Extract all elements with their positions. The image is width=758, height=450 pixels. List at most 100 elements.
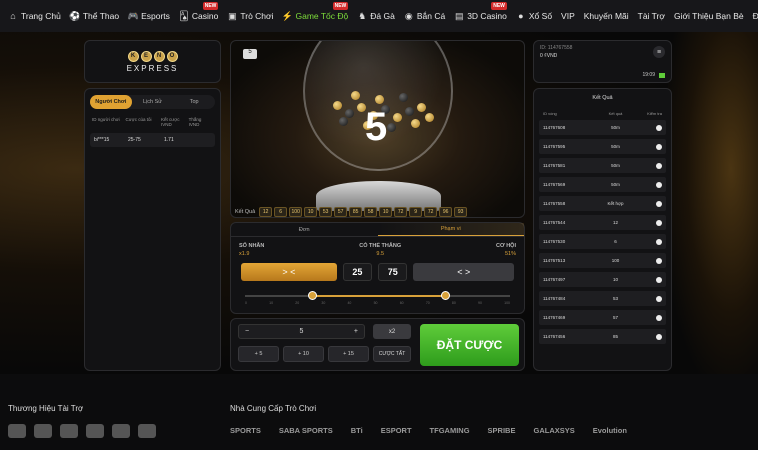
bet-amount-stepper: − 5 + bbox=[238, 324, 365, 339]
lottery-ball bbox=[387, 123, 396, 132]
nav-item[interactable]: Tài Trợ bbox=[638, 11, 665, 21]
rooster-icon: ♞ bbox=[358, 10, 367, 21]
slider-tick: 20 bbox=[295, 301, 300, 305]
sponsor-logo[interactable] bbox=[86, 424, 104, 438]
nav-item[interactable]: ● Xổ Số bbox=[516, 11, 552, 21]
range-to-input[interactable]: 75 bbox=[378, 263, 408, 281]
bet-panel: Đơn Phạm vi SỐ NHÂN x1.9 CÓ THỂ THẮNG 9.5 … bbox=[230, 222, 525, 314]
result-number: 53 bbox=[319, 207, 333, 217]
provider-logo[interactable]: ESPORT bbox=[381, 426, 412, 435]
gamepad-icon: 🎮 bbox=[127, 10, 139, 21]
provider-logo[interactable]: TFGAMING bbox=[430, 426, 470, 435]
player-odds: 1.71 bbox=[164, 137, 174, 143]
slider-handle-from[interactable] bbox=[307, 291, 317, 300]
sponsor-logo[interactable] bbox=[8, 424, 26, 438]
nav-item[interactable]: ⚡ Game Tốc Độ NEW bbox=[282, 2, 349, 21]
tab-history[interactable]: Lịch Sử bbox=[132, 95, 174, 109]
lottery-ball bbox=[417, 103, 426, 112]
provider-logo[interactable]: GALAXSYS bbox=[533, 426, 574, 435]
verify-check-icon[interactable] bbox=[656, 162, 662, 169]
dice-icon: 5 bbox=[243, 49, 257, 59]
verify-check-icon[interactable] bbox=[656, 257, 662, 264]
nav-item[interactable]: ♞ Đá Gà bbox=[357, 10, 395, 22]
round-result: 10 bbox=[612, 277, 618, 282]
sponsor-logo[interactable] bbox=[112, 424, 130, 438]
inside-range-button[interactable]: > < bbox=[241, 263, 337, 281]
lottery-ball bbox=[411, 119, 420, 128]
keno-express-logo: KENO EXPRESS bbox=[84, 40, 221, 83]
nav-item[interactable]: ◉ Bắn Cá bbox=[404, 11, 445, 22]
verify-check-icon[interactable] bbox=[656, 181, 662, 188]
range-selector: > < 25 75 < > bbox=[231, 257, 524, 281]
table-row: bi***15 25-75 1.71 bbox=[90, 133, 215, 147]
outside-range-button[interactable]: < > bbox=[413, 263, 514, 281]
verify-check-icon[interactable] bbox=[656, 295, 662, 302]
verify-check-icon[interactable] bbox=[656, 314, 662, 321]
nav-item[interactable]: ⌂ Trang Chủ bbox=[8, 11, 61, 21]
provider-logo[interactable]: SABA SPORTS bbox=[279, 426, 333, 435]
nav-item-label: 3D Casino bbox=[467, 11, 507, 21]
bet-amount-input[interactable]: 5 bbox=[300, 328, 304, 335]
lottery-ball bbox=[375, 95, 384, 104]
provider-logo[interactable]: Evolution bbox=[593, 426, 627, 435]
tab-top[interactable]: Top bbox=[173, 95, 215, 109]
plus-button[interactable]: + bbox=[354, 328, 358, 335]
slider-fill bbox=[311, 295, 446, 297]
results-strip: Kết Quả 12 6 100 10 53 57 85 58 10 72 9 72 96 93 bbox=[230, 205, 525, 219]
verify-check-icon[interactable] bbox=[656, 238, 662, 245]
verify-check-icon[interactable] bbox=[656, 276, 662, 283]
lottery-ball bbox=[339, 117, 348, 126]
sponsor-logo[interactable] bbox=[60, 424, 78, 438]
win-label: CÓ THỂ THẮNG bbox=[359, 243, 402, 249]
sponsor-logo[interactable] bbox=[34, 424, 52, 438]
verify-check-icon[interactable] bbox=[656, 124, 662, 131]
place-bet-button[interactable]: ĐẶT CƯỢC bbox=[420, 324, 519, 366]
provider-logo[interactable]: BTi bbox=[351, 426, 363, 435]
add-5-button[interactable]: + 5 bbox=[238, 346, 279, 362]
nav-item-label: Thể Thao bbox=[82, 11, 120, 21]
history-row: 114767595 50m bbox=[539, 139, 666, 154]
minus-button[interactable]: − bbox=[245, 328, 249, 335]
slider-ticks: 0 10 20 30 40 50 60 70 80 90 100 bbox=[245, 301, 510, 305]
nav-item-label: Game Tốc Độ bbox=[295, 11, 349, 21]
history-row: 114767530 6 bbox=[539, 234, 666, 249]
nav-item[interactable]: ▤ 3D Casino NEW bbox=[454, 2, 507, 21]
slider-tick: 90 bbox=[478, 301, 482, 305]
game-video: 5 5 bbox=[230, 40, 525, 218]
nav-item[interactable]: ▣ Trò Chơi bbox=[227, 11, 273, 22]
verify-check-icon[interactable] bbox=[656, 219, 662, 226]
round-result: 50m bbox=[611, 182, 620, 187]
double-button[interactable]: x2 bbox=[373, 324, 411, 339]
tab-range[interactable]: Phạm vi bbox=[377, 223, 524, 236]
provider-logo[interactable]: SPRIBE bbox=[488, 426, 516, 435]
nav-item[interactable]: VIP bbox=[561, 11, 575, 21]
tab-single[interactable]: Đơn bbox=[231, 223, 378, 236]
history-row: 114767581 50m bbox=[539, 158, 666, 173]
drawn-ball-number: 5 bbox=[365, 105, 388, 149]
menu-icon[interactable]: ≡ bbox=[653, 46, 665, 58]
verify-check-icon[interactable] bbox=[656, 200, 662, 207]
slider-tick: 100 bbox=[504, 301, 510, 305]
nav-item[interactable]: 🎮 Esports bbox=[127, 10, 169, 22]
soccer-ball-icon: ⚽ bbox=[69, 10, 81, 21]
account-panel: ID: 114767558 0 ₫VND ≡ 19:09 bbox=[533, 40, 672, 83]
range-slider[interactable]: 0 10 20 30 40 50 60 70 80 90 100 bbox=[245, 289, 510, 305]
slider-handle-to[interactable] bbox=[441, 291, 451, 300]
all-in-button[interactable]: CƯỢC TẤT bbox=[373, 346, 411, 362]
add-15-button[interactable]: + 15 bbox=[328, 346, 369, 362]
add-10-button[interactable]: + 10 bbox=[283, 346, 324, 362]
nav-item[interactable]: ⚽ Thể Thao bbox=[69, 10, 120, 22]
provider-logo[interactable]: SPORTS bbox=[230, 426, 261, 435]
round-id: 114767581 bbox=[543, 163, 566, 168]
nav-item[interactable]: 🂡 Casino NEW bbox=[179, 2, 219, 21]
nav-item[interactable]: Đại Lý bbox=[753, 11, 758, 21]
verify-check-icon[interactable] bbox=[656, 333, 662, 340]
nav-item[interactable]: Khuyến Mãi bbox=[584, 11, 629, 21]
player-name: bi***15 bbox=[94, 137, 110, 143]
tab-players[interactable]: Người Chơi bbox=[90, 95, 132, 109]
round-result: 12 bbox=[612, 220, 618, 225]
nav-item[interactable]: Giới Thiệu Bạn Bè bbox=[674, 11, 744, 21]
range-from-input[interactable]: 25 bbox=[342, 263, 373, 281]
sponsor-logo[interactable] bbox=[138, 424, 156, 438]
verify-check-icon[interactable] bbox=[656, 143, 662, 150]
